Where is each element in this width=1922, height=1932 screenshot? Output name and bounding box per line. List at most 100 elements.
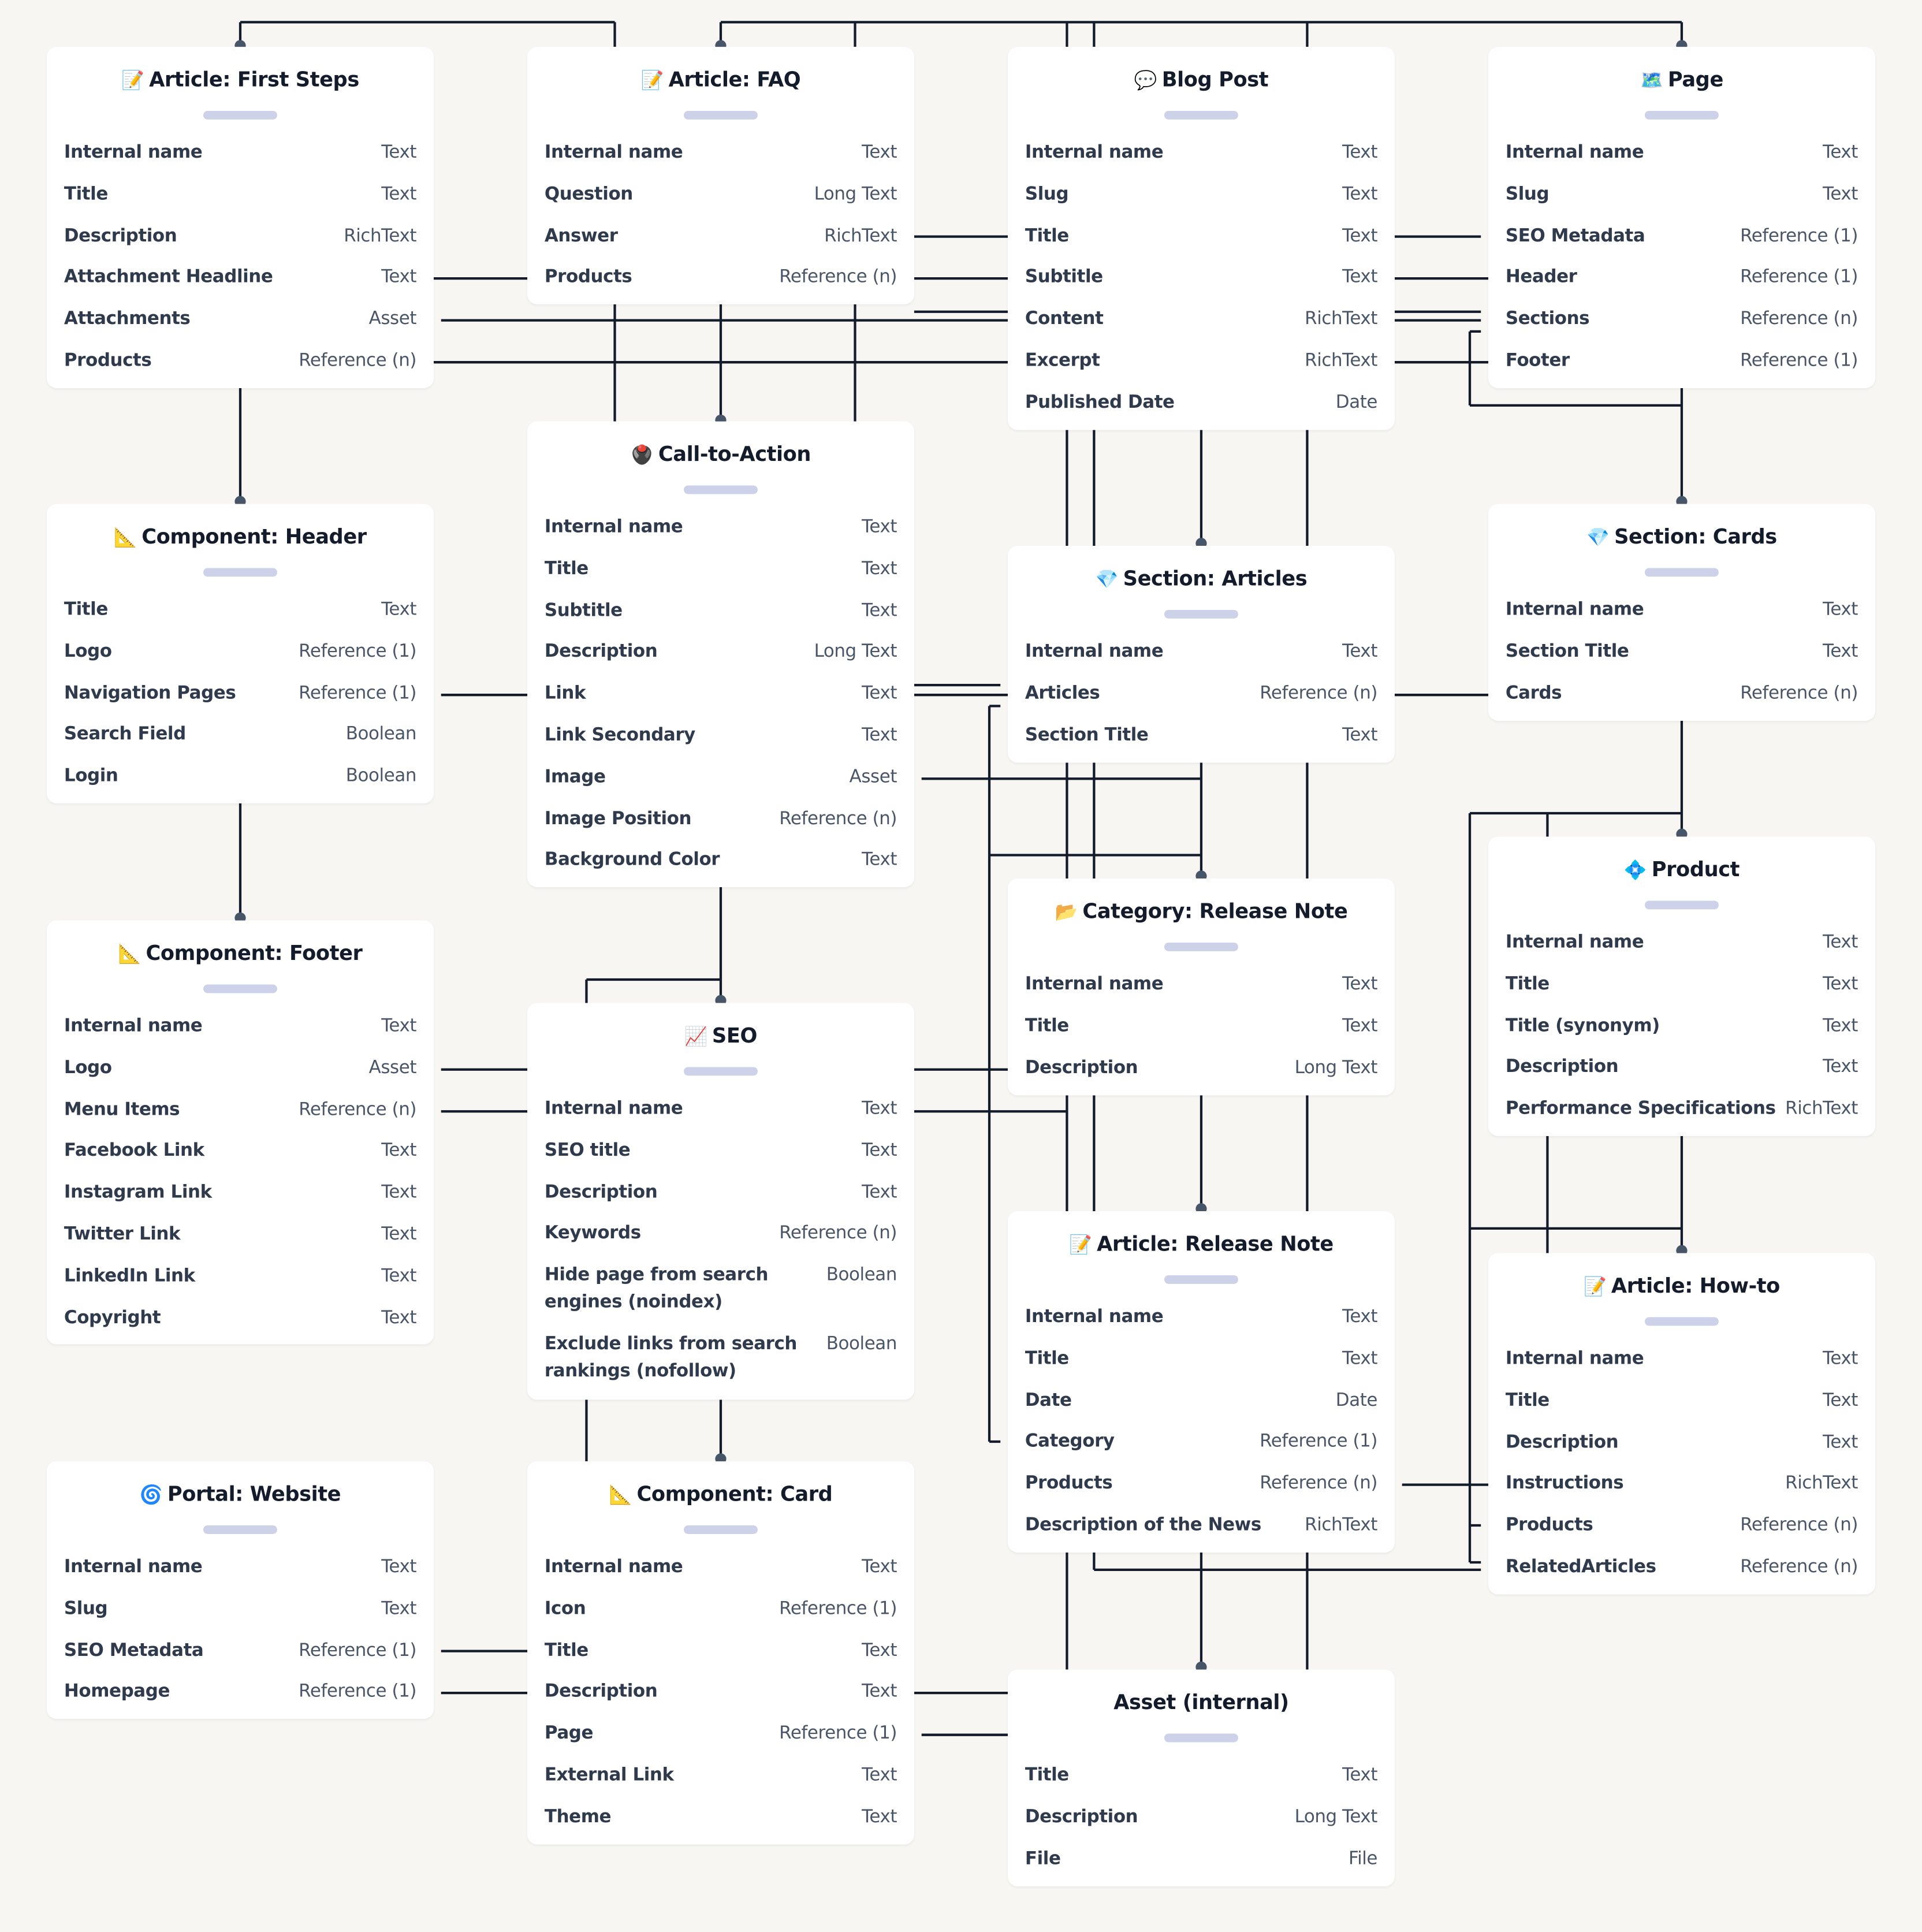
field-row[interactable]: Internal name Text <box>1506 929 1858 971</box>
field-row[interactable]: Internal name Text <box>64 1554 417 1595</box>
drag-handle[interactable] <box>1644 568 1719 577</box>
field-row[interactable]: Products Reference (n) <box>545 264 897 306</box>
field-row[interactable]: Date Date <box>1025 1387 1378 1428</box>
field-row[interactable]: Facebook Link Text <box>64 1138 417 1179</box>
field-row[interactable]: Title Text <box>1506 971 1858 1012</box>
field-row[interactable]: Internal name Text <box>1025 1304 1378 1345</box>
field-row[interactable]: SEO Metadata Reference (1) <box>64 1637 417 1678</box>
model-card-article-how-to[interactable]: 📝 Article: How-to Internal name Text Title Te… <box>1488 1253 1875 1595</box>
drag-handle[interactable] <box>203 568 277 577</box>
field-row[interactable]: Slug Text <box>1025 181 1378 222</box>
field-row[interactable]: Internal name Text <box>1025 638 1378 680</box>
field-row[interactable]: Exclude links from search rankings (nofo… <box>545 1331 897 1399</box>
model-card-section-cards[interactable]: 💎 Section: Cards Internal name Text Section … <box>1488 504 1875 721</box>
field-row[interactable]: Products Reference (n) <box>64 348 417 389</box>
field-row[interactable]: Navigation Pages Reference (1) <box>64 680 417 721</box>
field-row[interactable]: Description Text <box>1506 1429 1858 1471</box>
field-row[interactable]: Title Text <box>64 597 417 638</box>
field-row[interactable]: Description Text <box>1506 1054 1858 1096</box>
field-row[interactable]: RelatedArticles Reference (n) <box>1506 1554 1858 1595</box>
field-row[interactable]: Description Text <box>545 1678 897 1720</box>
model-card-page[interactable]: 🗺️ Page Internal name Text Slug Text SEO Metad… <box>1488 47 1875 388</box>
drag-handle[interactable] <box>1164 609 1238 619</box>
field-row[interactable]: LinkedIn Link Text <box>64 1263 417 1304</box>
drag-handle[interactable] <box>1644 110 1719 120</box>
field-row[interactable]: Footer Reference (1) <box>1506 348 1858 389</box>
field-row[interactable]: Sections Reference (n) <box>1506 306 1858 347</box>
field-row[interactable]: Hide page from search engines (noindex) B… <box>545 1262 897 1331</box>
drag-handle[interactable] <box>1164 110 1238 120</box>
model-card-article-faq[interactable]: 📝 Article: FAQ Internal name Text Question Lo… <box>527 47 914 304</box>
field-row[interactable]: Link Text <box>545 680 897 722</box>
field-row[interactable]: Title Text <box>1025 1345 1378 1387</box>
model-card-component-footer[interactable]: 📐 Component: Footer Internal name Text Logo A… <box>47 920 434 1346</box>
field-row[interactable]: Internal name Text <box>64 139 417 181</box>
field-row[interactable]: Question Long Text <box>545 181 897 222</box>
field-row[interactable]: Title Text <box>64 181 417 222</box>
field-row[interactable]: Slug Text <box>1506 181 1858 222</box>
drag-handle[interactable] <box>1164 1733 1238 1743</box>
model-card-seo[interactable]: 📈 SEO Internal name Text SEO title Text Descri… <box>527 1003 914 1400</box>
field-row[interactable]: Image Asset <box>545 764 897 805</box>
field-row[interactable]: Description Long Text <box>1025 1804 1378 1845</box>
drag-handle[interactable] <box>683 485 758 494</box>
field-row[interactable]: Logo Asset <box>64 1055 417 1096</box>
field-row[interactable]: Login Boolean <box>64 763 417 805</box>
model-card-article-release-note[interactable]: 📝 Article: Release Note Internal name Text T… <box>1008 1211 1395 1553</box>
field-row[interactable]: Title Text <box>545 1637 897 1678</box>
drag-handle[interactable] <box>203 1525 277 1534</box>
field-row[interactable]: Description RichText <box>64 222 417 264</box>
field-row[interactable]: Attachments Asset <box>64 306 417 347</box>
field-row[interactable]: Cards Reference (n) <box>1506 680 1858 721</box>
field-row[interactable]: Title Text <box>1506 1387 1858 1429</box>
field-row[interactable]: Background Color Text <box>545 847 897 888</box>
field-row[interactable]: Title Text <box>1025 222 1378 264</box>
field-row[interactable]: Internal name Text <box>1025 139 1378 181</box>
field-row[interactable]: Performance Specifications RichText <box>1506 1096 1858 1137</box>
field-row[interactable]: Icon Reference (1) <box>545 1595 897 1637</box>
field-row[interactable]: Internal name Text <box>545 1554 897 1595</box>
model-card-call-to-action[interactable]: 🖲️ Call-to-Action Internal name Text Title Te… <box>527 421 914 888</box>
field-row[interactable]: Section Title Text <box>1506 638 1858 680</box>
drag-handle[interactable] <box>1644 900 1719 910</box>
drag-handle[interactable] <box>203 984 277 993</box>
drag-handle[interactable] <box>683 1067 758 1076</box>
field-row[interactable]: Theme Text <box>545 1804 897 1845</box>
field-row[interactable]: Section Title Text <box>1025 721 1378 763</box>
field-row[interactable]: Link Secondary Text <box>545 722 897 764</box>
field-row[interactable]: Articles Reference (n) <box>1025 680 1378 721</box>
model-card-component-header[interactable]: 📐 Component: Header Title Text Logo Reference… <box>47 504 434 803</box>
field-row[interactable]: Excerpt RichText <box>1025 348 1378 389</box>
field-row[interactable]: Title Text <box>1025 1012 1378 1054</box>
drag-handle[interactable] <box>1164 1275 1238 1284</box>
drag-handle[interactable] <box>1644 1317 1719 1326</box>
field-row[interactable]: Subtitle Text <box>545 597 897 639</box>
field-row[interactable]: Products Reference (n) <box>1025 1470 1378 1512</box>
model-card-asset-internal[interactable]: Asset (internal) Title Text Description Long… <box>1008 1669 1395 1887</box>
drag-handle[interactable] <box>1164 942 1238 951</box>
drag-handle[interactable] <box>203 110 277 120</box>
field-row[interactable]: Internal name Text <box>545 514 897 556</box>
field-row[interactable]: Page Reference (1) <box>545 1720 897 1762</box>
field-row[interactable]: Internal name Text <box>545 139 897 181</box>
field-row[interactable]: Internal name Text <box>545 1096 897 1137</box>
model-card-section-articles[interactable]: 💎 Section: Articles Internal name Text Artic… <box>1008 546 1395 763</box>
field-row[interactable]: Copyright Text <box>64 1304 417 1346</box>
field-row[interactable]: Products Reference (n) <box>1506 1512 1858 1554</box>
field-row[interactable]: Twitter Link Text <box>64 1221 417 1263</box>
field-row[interactable]: Internal name Text <box>1506 139 1858 181</box>
drag-handle[interactable] <box>683 110 758 120</box>
drag-handle[interactable] <box>683 1525 758 1534</box>
field-row[interactable]: External Link Text <box>545 1762 897 1804</box>
field-row[interactable]: Menu Items Reference (n) <box>64 1096 417 1138</box>
field-row[interactable]: Search Field Boolean <box>64 721 417 763</box>
field-row[interactable]: Instructions RichText <box>1506 1471 1858 1512</box>
field-row[interactable]: Logo Reference (1) <box>64 638 417 680</box>
model-card-article-first-steps[interactable]: 📝 Article: First Steps Internal name Text Ti… <box>47 47 434 388</box>
field-row[interactable]: Homepage Reference (1) <box>64 1678 417 1720</box>
field-row[interactable]: Internal name Text <box>1025 971 1378 1012</box>
model-card-component-card[interactable]: 📐 Component: Card Internal name Text Icon Ref… <box>527 1461 914 1845</box>
field-row[interactable]: SEO Metadata Reference (1) <box>1506 222 1858 264</box>
field-row[interactable]: Keywords Reference (n) <box>545 1220 897 1262</box>
field-row[interactable]: Internal name Text <box>1506 597 1858 638</box>
